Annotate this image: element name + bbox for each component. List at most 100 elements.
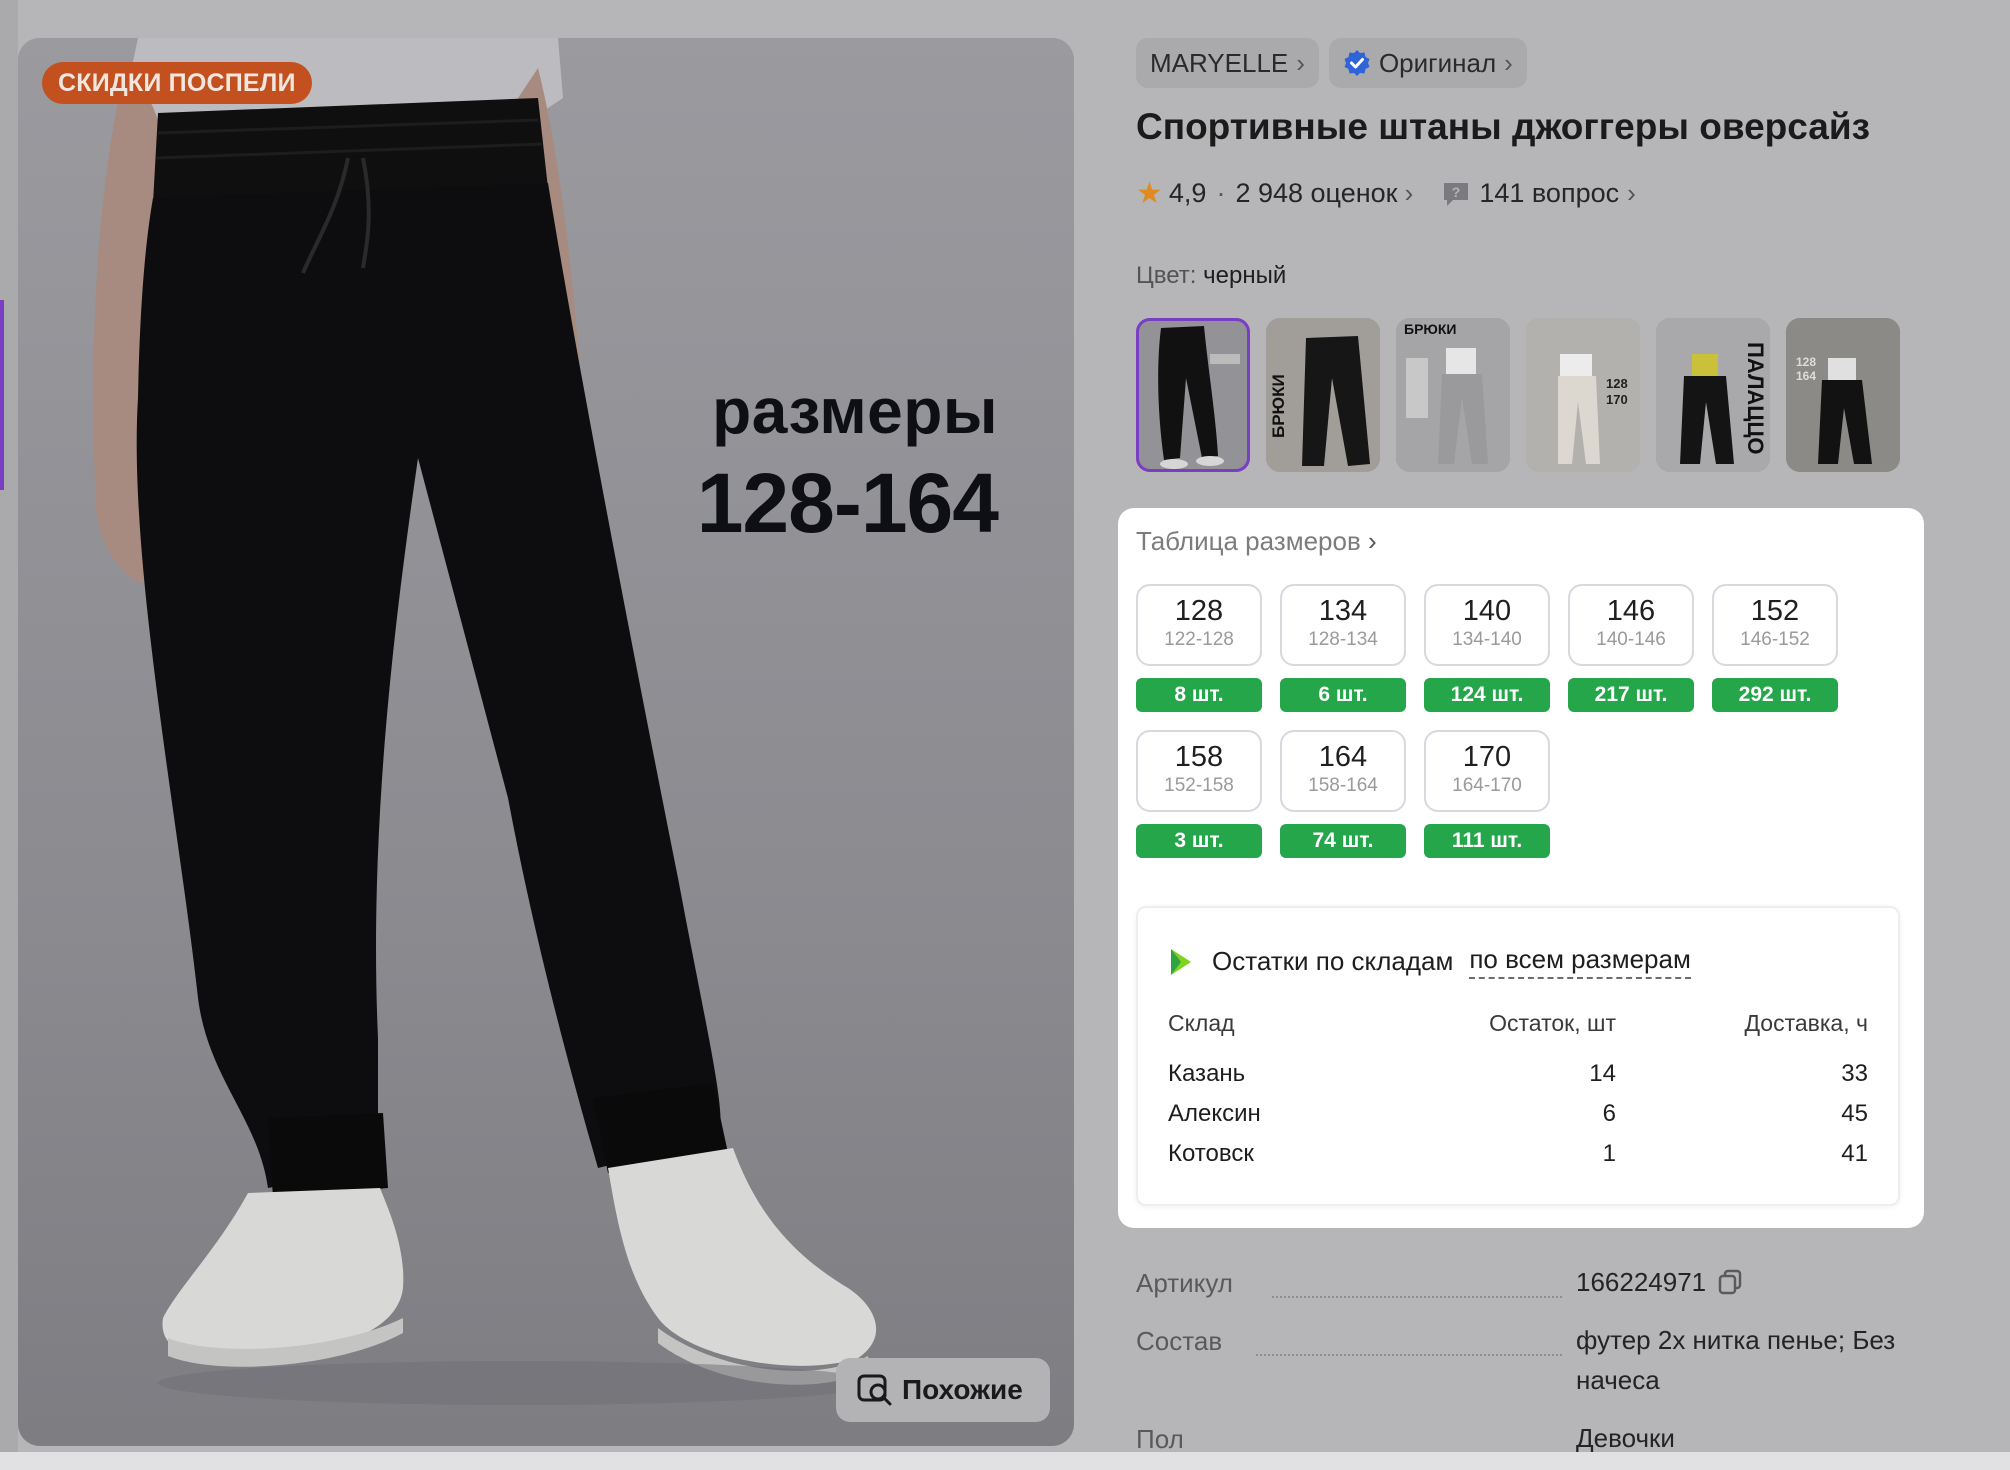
questions-count: 141 вопрос (1479, 178, 1620, 208)
size-button[interactable]: 164 158-164 (1280, 730, 1406, 812)
left-accent-bar (0, 300, 4, 490)
size-button[interactable]: 128 122-128 (1136, 584, 1262, 666)
stock-count-badge: 217 шт. (1568, 678, 1694, 712)
size-option[interactable]: 152 146-152 292 шт. (1712, 584, 1838, 712)
size-height-range: 122-128 (1164, 629, 1234, 650)
size-panel: Таблица размеров › 128 122-128 8 шт. 134 128… (1118, 508, 1924, 1228)
size-height-range: 128-134 (1308, 629, 1378, 650)
size-height-range: 152-158 (1164, 775, 1234, 796)
size-height-range: 146-152 (1740, 629, 1810, 650)
reviews-link[interactable]: 2 948 оценок (1235, 178, 1397, 209)
svg-text:?: ? (1452, 184, 1461, 200)
warehouse-title: Остатки по складам (1212, 946, 1454, 976)
brand-chip[interactable]: MARYELLE › (1136, 38, 1319, 88)
thumbnail-image: 128 170 (1526, 318, 1640, 472)
spec-leader-dots (1272, 1296, 1562, 1298)
main-product-photo[interactable]: СКИДКИ ПОСПЕЛИ размеры 128-164 Похожие (18, 38, 1074, 1446)
size-table-link[interactable]: Таблица размеров › (1136, 526, 1377, 557)
size-number: 146 (1606, 595, 1656, 627)
table-row: Казань 14 33 (1168, 1054, 1868, 1094)
size-number: 164 (1318, 741, 1368, 773)
thumbnail-image (1136, 318, 1250, 472)
page-left-edge (0, 0, 18, 1470)
warehouse-delivery: 41 (1841, 1140, 1868, 1167)
chevron-right-icon: › (1296, 47, 1305, 78)
spec-leader-dots (1256, 1354, 1562, 1356)
size-option[interactable]: 128 122-128 8 шт. (1136, 584, 1262, 712)
bottom-divider (0, 1452, 2010, 1470)
similar-button[interactable]: Похожие (836, 1358, 1050, 1422)
column-header-stock: Остаток, шт (1489, 1010, 1616, 1036)
stock-count-badge: 3 шт. (1136, 824, 1262, 858)
search-similar-icon (857, 1374, 892, 1406)
original-label: Оригинал (1378, 47, 1497, 78)
size-option[interactable]: 134 128-134 6 шт. (1280, 584, 1406, 712)
svg-text:128: 128 (1606, 376, 1628, 391)
caption-range: 128-164 (696, 456, 999, 550)
stock-logo-icon (1171, 948, 1191, 975)
stock-count-badge: 74 шт. (1280, 824, 1406, 858)
size-option[interactable]: 158 152-158 3 шт. (1136, 730, 1262, 858)
chevron-right-icon: › (1627, 178, 1636, 208)
size-option[interactable]: 140 134-140 124 шт. (1424, 584, 1550, 712)
column-header-delivery: Доставка, ч (1744, 1010, 1868, 1036)
svg-text:БРЮКИ: БРЮКИ (1404, 321, 1456, 337)
photo-size-caption: размеры 128-164 (696, 368, 999, 552)
warehouse-stock: 1 (1602, 1140, 1616, 1167)
size-button[interactable]: 152 146-152 (1712, 584, 1838, 666)
size-number: 158 (1174, 741, 1224, 773)
size-button[interactable]: 158 152-158 (1136, 730, 1262, 812)
size-table-label: Таблица размеров (1136, 526, 1361, 556)
column-header-warehouse: Склад (1168, 1010, 1235, 1036)
spec-composition-key: Состав (1136, 1326, 1223, 1356)
original-chip[interactable]: Оригинал › (1328, 38, 1527, 88)
rating-value: 4,9 (1168, 178, 1207, 208)
size-button[interactable]: 170 164-170 (1424, 730, 1550, 812)
warehouse-name: Алексин (1168, 1100, 1261, 1127)
size-option[interactable]: 146 140-146 217 шт. (1568, 584, 1694, 712)
svg-text:164: 164 (1796, 369, 1816, 383)
size-button[interactable]: 134 128-134 (1280, 584, 1406, 666)
chevron-right-icon: › (1368, 526, 1377, 556)
size-button[interactable]: 140 134-140 (1424, 584, 1550, 666)
brand-row: MARYELLE › Оригинал › (1136, 38, 1527, 88)
stock-count-badge: 111 шт. (1424, 824, 1550, 858)
questions-link[interactable]: ? 141 вопрос › (1441, 178, 1636, 209)
thumbnail-6[interactable]: 128 164 (1786, 318, 1900, 472)
spec-composition-value: футер 2х нитка пенье; Без начеса (1576, 1325, 1896, 1395)
warehouse-delivery: 45 (1841, 1100, 1868, 1127)
thumbnail-4[interactable]: 128 170 (1526, 318, 1640, 472)
stock-count-badge: 292 шт. (1712, 678, 1838, 712)
thumbnail-image: 128 164 (1786, 318, 1900, 472)
promo-badge: СКИДКИ ПОСПЕЛИ (42, 62, 312, 104)
chevron-right-icon: › (1504, 47, 1513, 78)
thumbnail-1[interactable] (1136, 318, 1250, 472)
warehouse-stock-card: Остатки по складам по всем размерам Скла… (1136, 906, 1900, 1206)
size-height-range: 164-170 (1452, 775, 1522, 796)
size-button[interactable]: 146 140-146 (1568, 584, 1694, 666)
spec-article-value-wrap: 166224971 (1576, 1262, 1926, 1302)
warehouse-stock: 14 (1589, 1060, 1616, 1087)
warehouse-name: Казань (1168, 1060, 1246, 1087)
spec-article-value: 166224971 (1576, 1267, 1707, 1297)
size-number: 170 (1462, 741, 1512, 773)
chevron-right-icon: › (1397, 178, 1414, 208)
table-row: Котовск 1 41 (1168, 1134, 1868, 1174)
thumbnail-3[interactable]: БРЮКИ (1396, 318, 1510, 472)
verified-badge-icon (1344, 50, 1370, 76)
size-number: 134 (1318, 595, 1368, 627)
table-row: Алексин 6 45 (1168, 1094, 1868, 1134)
svg-text:128: 128 (1796, 355, 1816, 369)
size-option[interactable]: 170 164-170 111 шт. (1424, 730, 1550, 858)
thumbnail-2[interactable]: БРЮКИ (1266, 318, 1380, 472)
svg-text:170: 170 (1606, 392, 1628, 407)
thumbnail-image: БРЮКИ (1396, 318, 1510, 472)
warehouse-size-filter[interactable]: по всем размерам (1469, 944, 1691, 979)
warehouse-header: Остатки по складам по всем размерам (1168, 944, 1691, 979)
size-option[interactable]: 164 158-164 74 шт. (1280, 730, 1406, 858)
copy-icon[interactable] (1716, 1268, 1744, 1296)
table-header-row: Склад Остаток, шт Доставка, ч (1168, 1010, 1868, 1054)
color-label: Цвет: черный (1136, 262, 1286, 290)
thumbnail-5[interactable]: ПАЛАЦЦО (1656, 318, 1770, 472)
svg-text:ПАЛАЦЦО: ПАЛАЦЦО (1743, 342, 1768, 455)
